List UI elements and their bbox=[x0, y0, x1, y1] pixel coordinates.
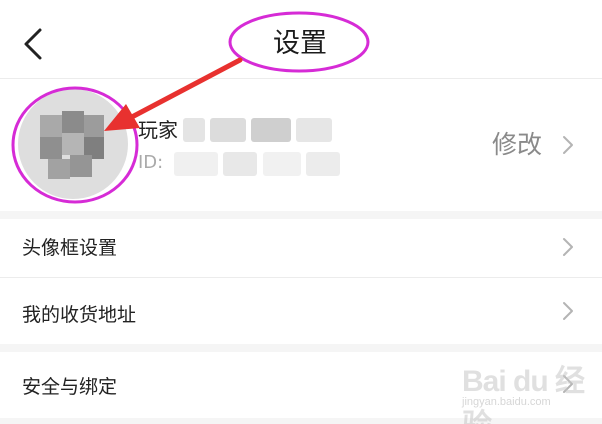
avatar-pixel bbox=[70, 155, 92, 177]
nickname-redacted bbox=[251, 118, 292, 142]
user-id-prefix: ID: bbox=[138, 152, 164, 173]
avatar-pixel bbox=[40, 137, 62, 159]
user-id-redacted bbox=[305, 152, 340, 176]
menu-item-shipping-address[interactable]: 我的收货地址 bbox=[0, 278, 602, 344]
avatar-pixel bbox=[84, 115, 104, 137]
section-gap bbox=[0, 344, 602, 352]
chevron-right-icon bbox=[563, 136, 573, 154]
header-bar: 设置 bbox=[0, 0, 602, 78]
menu-item-label: 我的收货地址 bbox=[22, 304, 137, 326]
menu-item-label: 头像框设置 bbox=[22, 237, 118, 259]
settings-screen: 设置 玩家 ID: 修改 头像框设置 我的收货地址 安全与绑定 Bai du 经… bbox=[0, 0, 602, 424]
user-id: ID: bbox=[138, 149, 340, 177]
chevron-left-icon[interactable] bbox=[18, 24, 50, 64]
avatar-pixel bbox=[40, 115, 62, 137]
nickname-redacted bbox=[296, 118, 333, 142]
watermark-url: jingyan.baidu.com bbox=[462, 396, 551, 408]
section-gap bbox=[0, 211, 602, 219]
nickname-prefix: 玩家 bbox=[138, 118, 178, 142]
nickname-redacted bbox=[210, 118, 247, 142]
watermark-brand: Bai du 经验 bbox=[462, 365, 585, 424]
chevron-right-icon bbox=[563, 238, 573, 256]
avatar-pixel bbox=[62, 133, 84, 155]
nickname-redacted bbox=[183, 118, 206, 142]
user-id-redacted bbox=[223, 152, 258, 176]
chevron-right-icon bbox=[563, 302, 573, 320]
menu-item-label: 安全与绑定 bbox=[22, 376, 118, 398]
avatar[interactable] bbox=[18, 89, 128, 199]
avatar-pixel bbox=[62, 111, 84, 133]
avatar-pixel bbox=[48, 159, 70, 179]
menu-item-avatar-frame[interactable]: 头像框设置 bbox=[0, 219, 602, 277]
nickname: 玩家 bbox=[138, 115, 333, 145]
edit-profile-button[interactable]: 修改 bbox=[492, 127, 542, 163]
user-id-redacted bbox=[174, 152, 219, 176]
page-title: 设置 bbox=[273, 28, 327, 59]
profile-row[interactable]: 玩家 ID: 修改 bbox=[0, 79, 602, 211]
watermark: Bai du 经验 jingyan.baidu.com bbox=[458, 356, 588, 424]
user-id-redacted bbox=[262, 152, 301, 176]
